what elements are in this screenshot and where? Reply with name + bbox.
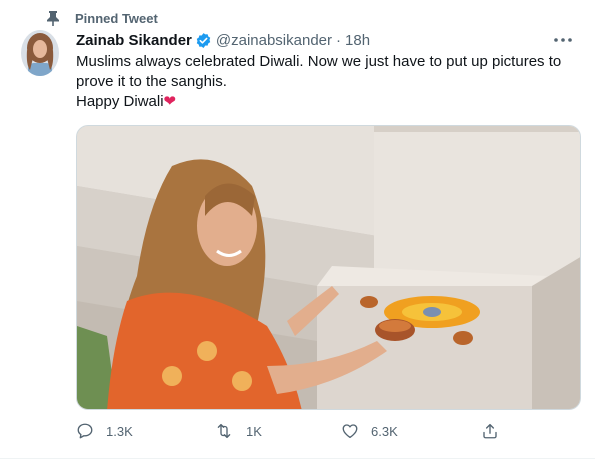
retweet-count: 1K — [246, 423, 262, 439]
verified-badge-icon — [195, 32, 212, 49]
tweet-text-line-2: Happy Diwali❤ — [76, 92, 576, 112]
reply-count: 1.3K — [106, 423, 133, 439]
reply-icon — [77, 423, 93, 439]
reply-button[interactable]: 1.3K — [76, 420, 133, 442]
author-handle[interactable]: @zainabsikander — [216, 32, 332, 49]
pinned-label: Pinned Tweet — [75, 10, 158, 26]
separator-dot: · — [336, 31, 342, 49]
tweet-card[interactable]: Pinned Tweet Zainab Sikander @zainabsika… — [0, 0, 595, 459]
heart-icon — [342, 424, 358, 439]
like-count: 6.3K — [371, 423, 398, 439]
retweet-button[interactable]: 1K — [214, 420, 262, 442]
retweet-icon — [217, 423, 231, 439]
red-heart-emoji: ❤ — [163, 93, 177, 110]
tweet-timestamp[interactable]: 18h — [345, 32, 370, 49]
share-button[interactable] — [481, 420, 511, 442]
tweet-text-greeting: Happy Diwali — [76, 93, 164, 110]
pin-icon — [47, 10, 61, 26]
share-icon — [483, 423, 497, 439]
tweet-header: Zainab Sikander @zainabsikander · 18h — [76, 30, 575, 50]
more-options-icon[interactable] — [551, 30, 575, 50]
pinned-indicator: Pinned Tweet — [47, 10, 158, 26]
tweet-actions: 1.3K 1K 6.3K — [76, 420, 516, 442]
tweet-text-line-1: Muslims always celebrated Diwali. Now we… — [76, 53, 562, 90]
tweet-photo[interactable] — [76, 125, 581, 410]
like-button[interactable]: 6.3K — [341, 420, 398, 442]
author-display-name[interactable]: Zainab Sikander — [76, 32, 192, 49]
tweet-text: Muslims always celebrated Diwali. Now we… — [76, 52, 576, 112]
avatar[interactable] — [21, 30, 59, 76]
